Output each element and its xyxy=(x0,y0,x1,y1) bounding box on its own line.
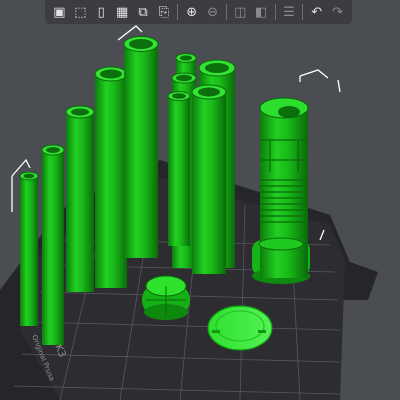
undo-icon[interactable]: ↶ xyxy=(307,1,326,23)
redo-icon[interactable]: ↷ xyxy=(328,1,347,23)
copy-icon[interactable]: ⧉ xyxy=(134,1,153,23)
tube-object[interactable] xyxy=(191,84,227,274)
tube-object[interactable] xyxy=(65,105,95,292)
cube-plus-icon[interactable]: ▣ xyxy=(50,1,69,23)
top-toolbar: ▣ ⬚ ▯ ▦ ⧉ ⎘ ⊕ ⊖ ◫ ◧ ☰ ↶ ↷ xyxy=(45,0,352,24)
tube-object[interactable] xyxy=(167,91,191,247)
paste-icon[interactable]: ⎘ xyxy=(154,1,173,23)
disc-object-selected[interactable] xyxy=(207,305,273,351)
toolbar-divider xyxy=(177,4,179,20)
3d-viewport[interactable]: MK3 Original Prusa Z xyxy=(0,0,400,400)
tube-object[interactable] xyxy=(19,171,39,326)
tube-object[interactable] xyxy=(123,36,159,259)
pommel-object[interactable] xyxy=(142,275,190,320)
arrange-icon[interactable]: ▦ xyxy=(113,1,132,23)
toolbar-divider xyxy=(302,4,304,20)
plus-circle-icon[interactable]: ⊕ xyxy=(182,1,201,23)
trash-icon[interactable]: ▯ xyxy=(92,1,111,23)
layers-icon[interactable]: ☰ xyxy=(279,1,298,23)
split-objects-icon[interactable]: ◫ xyxy=(231,1,250,23)
tube-object[interactable] xyxy=(41,144,65,345)
delete-icon[interactable]: ⬚ xyxy=(71,1,90,23)
toolbar-divider xyxy=(274,4,276,20)
toolbar-divider xyxy=(225,4,227,20)
minus-icon[interactable]: ⊖ xyxy=(203,1,222,23)
threaded-part-object[interactable] xyxy=(252,97,310,284)
split-parts-icon[interactable]: ◧ xyxy=(252,1,271,23)
tube-object[interactable] xyxy=(94,66,128,288)
